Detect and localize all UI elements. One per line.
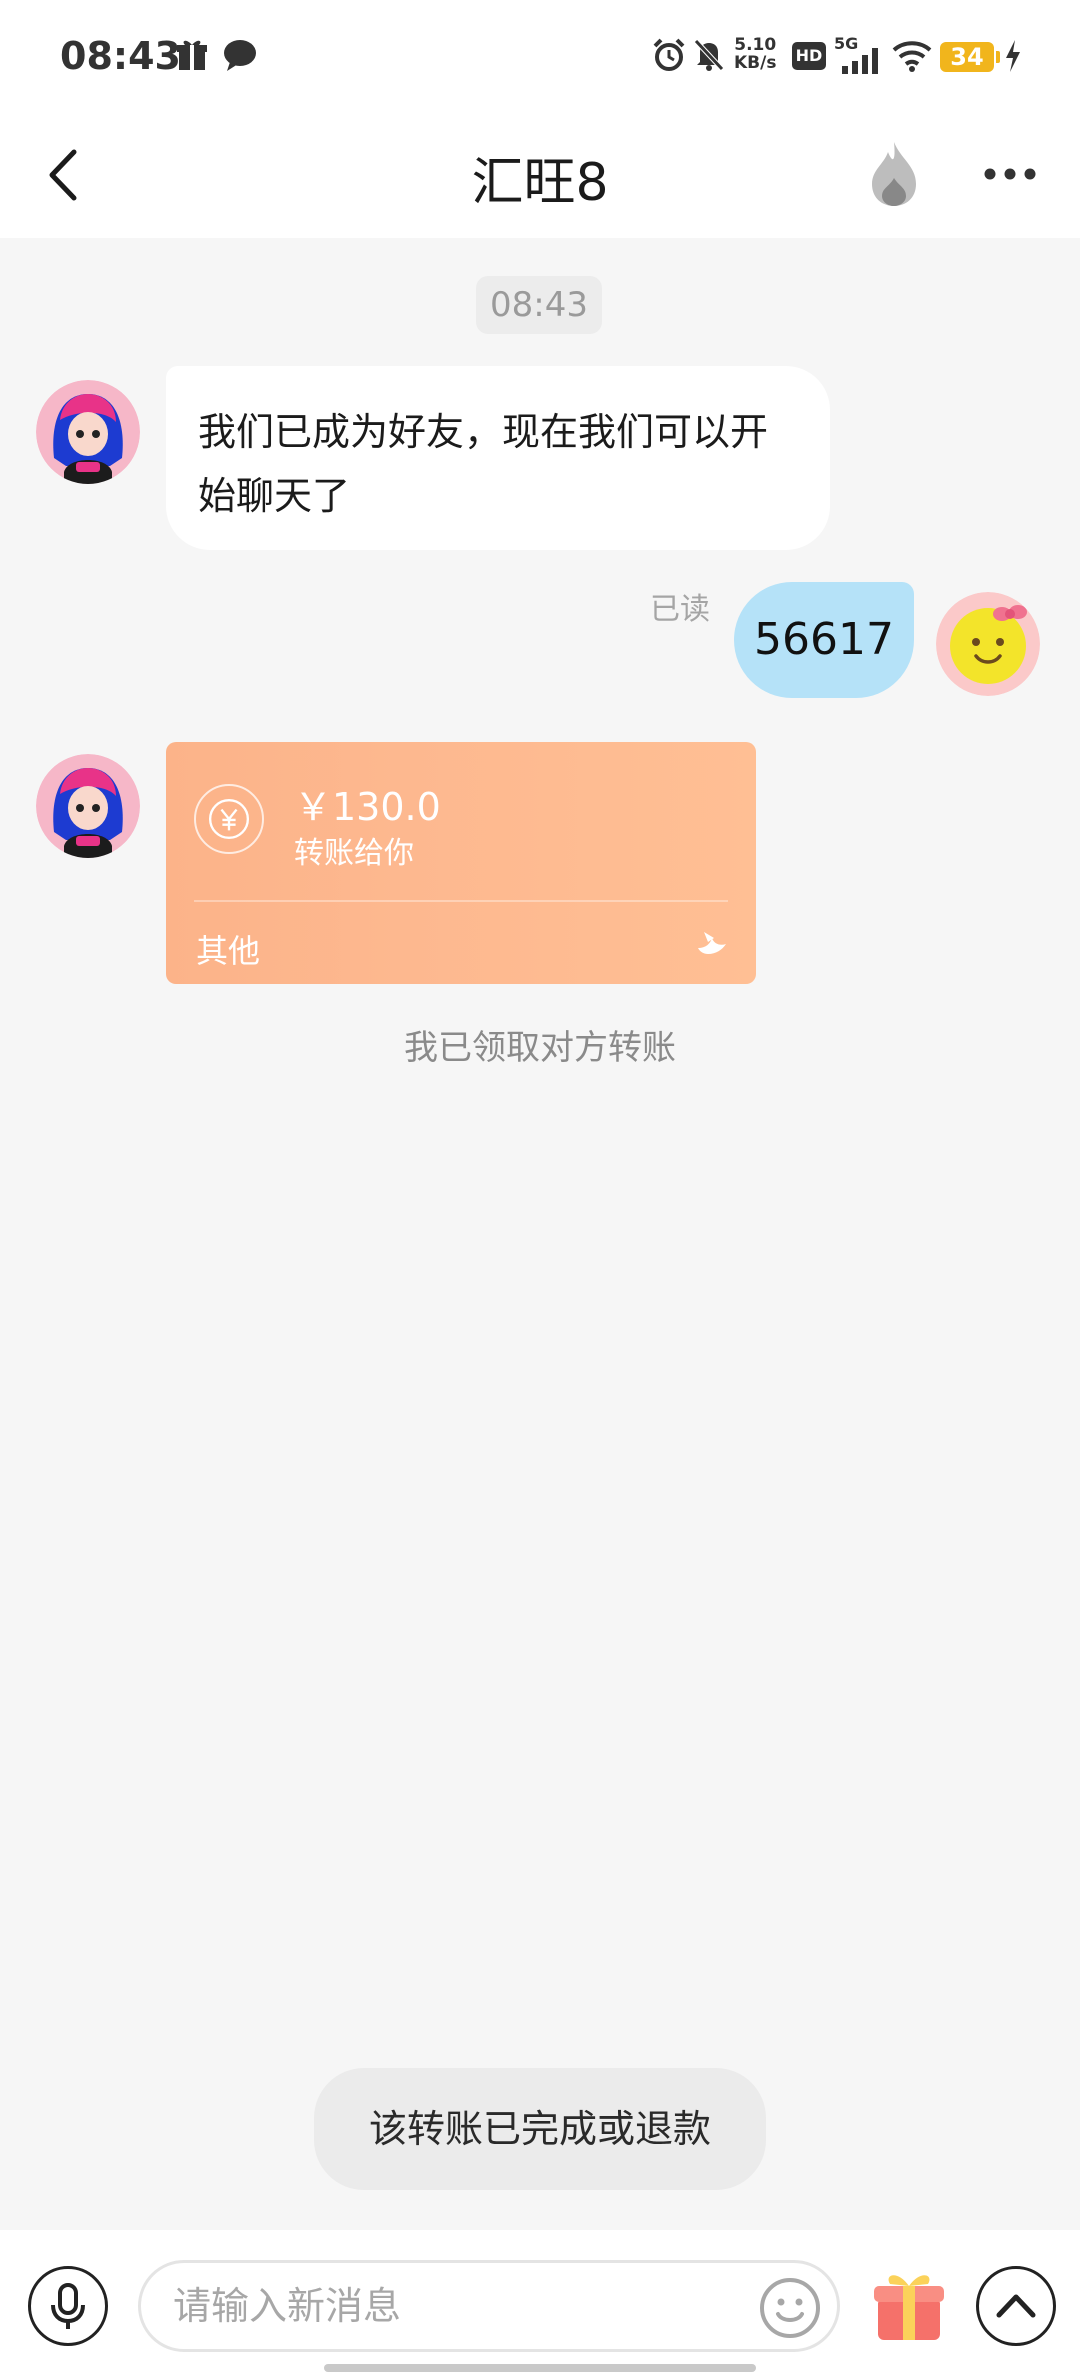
chat-timestamp: 08:43	[476, 276, 602, 334]
read-receipt: 已读	[650, 592, 710, 627]
battery-icon: 34	[940, 42, 1000, 72]
input-bar	[0, 2230, 1080, 2376]
gift-icon[interactable]	[872, 2266, 946, 2342]
transfer-footer-label: 其他	[196, 932, 261, 970]
signal-icon: 5G	[834, 34, 884, 74]
status-time: 08:43	[60, 34, 181, 78]
charging-icon	[1006, 40, 1020, 72]
flame-icon[interactable]	[866, 138, 922, 210]
yuan-transfer-icon	[194, 784, 264, 854]
alarm-icon	[653, 38, 685, 71]
microphone-icon	[51, 2283, 85, 2329]
expand-button[interactable]	[976, 2266, 1056, 2346]
system-notice: 我已领取对方转账	[404, 1028, 676, 1068]
wifi-icon	[892, 41, 932, 72]
network-speed-value: 5.10	[734, 35, 777, 55]
status-bar: 08:43 5.10 KB/s HD 5G 34	[0, 0, 1080, 110]
message-bubble-outgoing[interactable]: 56617	[734, 582, 914, 698]
network-speed-unit: KB/s	[734, 53, 777, 73]
home-indicator[interactable]	[324, 2364, 756, 2372]
chat-header: 汇旺8	[0, 110, 1080, 238]
bird-icon	[698, 932, 726, 954]
transfer-divider	[194, 900, 728, 902]
emoji-icon[interactable]	[758, 2276, 822, 2340]
network-speed: 5.10 KB/s	[734, 36, 776, 72]
chevron-up-icon	[996, 2294, 1036, 2318]
more-icon[interactable]	[980, 154, 1040, 194]
chat-bubble-icon	[224, 40, 256, 71]
mute-icon	[694, 39, 724, 71]
transfer-card[interactable]: ￥130.0 转账给你 其他	[166, 742, 756, 984]
toast-message: 该转账已完成或退款	[314, 2068, 766, 2190]
voice-button[interactable]	[28, 2266, 108, 2346]
transfer-description: 转账给你	[294, 836, 414, 871]
transfer-amount: ￥130.0	[294, 785, 441, 829]
contact-avatar[interactable]	[36, 380, 140, 484]
message-input[interactable]	[138, 2260, 840, 2352]
user-avatar[interactable]	[936, 592, 1040, 696]
contact-avatar[interactable]	[36, 754, 140, 858]
gift-icon	[177, 40, 207, 70]
message-bubble-incoming[interactable]: 我们已成为好友，现在我们可以开始聊天了	[166, 366, 830, 550]
hd-icon: HD	[792, 42, 826, 70]
